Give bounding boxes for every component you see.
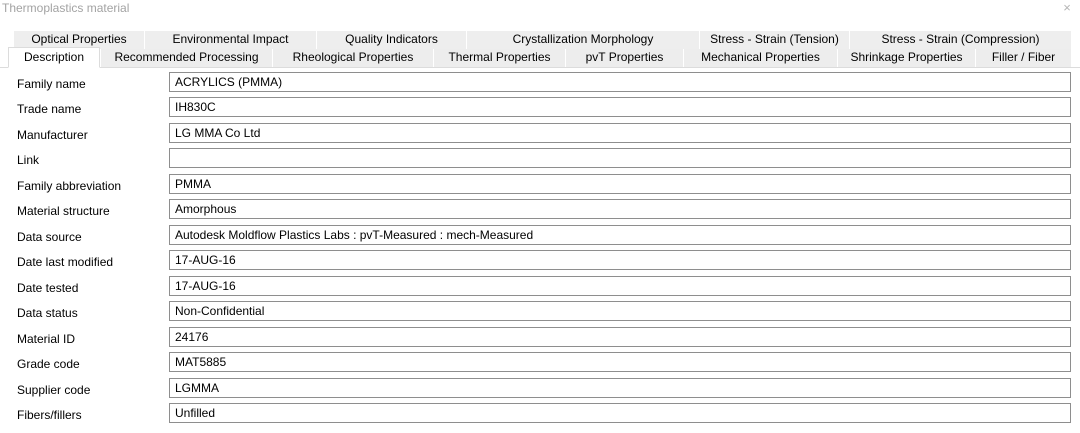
close-icon[interactable]: × — [1060, 0, 1074, 16]
tab-shrinkage-properties[interactable]: Shrinkage Properties — [838, 49, 976, 67]
tab-row-front: Description Recommended Processing Rheol… — [0, 47, 1080, 68]
data-source-label: Data source — [17, 230, 82, 244]
tab-filler-fiber[interactable]: Filler / Fiber — [976, 49, 1072, 67]
tab-description[interactable]: Description — [8, 47, 100, 68]
tab-stress-strain-compression[interactable]: Stress - Strain (Compression) — [850, 31, 1072, 49]
tab-rheological-properties[interactable]: Rheological Properties — [273, 49, 434, 67]
data-source-field[interactable] — [169, 225, 1071, 245]
tab-strip: Optical Properties Environmental Impact … — [0, 22, 1080, 69]
trade-name-label: Trade name — [17, 102, 82, 116]
tab-mechanical-properties[interactable]: Mechanical Properties — [684, 49, 838, 67]
grade-code-field[interactable] — [169, 352, 1071, 372]
tab-stress-strain-tension[interactable]: Stress - Strain (Tension) — [700, 31, 850, 49]
material-id-field[interactable] — [169, 327, 1071, 347]
trade-name-field[interactable] — [169, 97, 1071, 117]
material-structure-field[interactable] — [169, 199, 1071, 219]
family-name-field[interactable] — [169, 72, 1071, 92]
family-name-label: Family name — [17, 77, 86, 91]
tab-pvt-properties[interactable]: pvT Properties — [566, 49, 684, 67]
tab-row-back: Optical Properties Environmental Impact … — [0, 31, 1080, 49]
tab-crystallization-morphology[interactable]: Crystallization Morphology — [467, 31, 700, 49]
grade-code-label: Grade code — [17, 357, 80, 371]
material-id-label: Material ID — [17, 332, 76, 346]
supplier-code-label: Supplier code — [17, 383, 91, 397]
tab-environmental-impact[interactable]: Environmental Impact — [145, 31, 317, 49]
window-title: Thermoplastics material — [2, 1, 130, 15]
data-status-label: Data status — [17, 306, 78, 320]
material-structure-label: Material structure — [17, 204, 110, 218]
family-abbreviation-field[interactable] — [169, 174, 1071, 194]
supplier-code-field[interactable] — [169, 378, 1071, 398]
fibers-fillers-field[interactable] — [169, 403, 1071, 423]
data-status-field[interactable] — [169, 301, 1071, 321]
title-bar: Thermoplastics material × — [0, 0, 1080, 18]
manufacturer-field[interactable] — [169, 123, 1071, 143]
link-label: Link — [17, 153, 40, 167]
description-panel: Family name Trade name Manufacturer Link… — [0, 67, 1080, 433]
tab-thermal-properties[interactable]: Thermal Properties — [434, 49, 566, 67]
date-last-modified-label: Date last modified — [17, 255, 114, 269]
date-last-modified-field[interactable] — [169, 250, 1071, 270]
manufacturer-label: Manufacturer — [17, 128, 88, 142]
tab-recommended-processing[interactable]: Recommended Processing — [101, 49, 273, 67]
date-tested-field[interactable] — [169, 276, 1071, 296]
tab-quality-indicators[interactable]: Quality Indicators — [317, 31, 467, 49]
link-field[interactable] — [169, 148, 1071, 168]
date-tested-label: Date tested — [17, 281, 79, 295]
fibers-fillers-label: Fibers/fillers — [17, 408, 82, 422]
family-abbreviation-label: Family abbreviation — [17, 179, 122, 193]
